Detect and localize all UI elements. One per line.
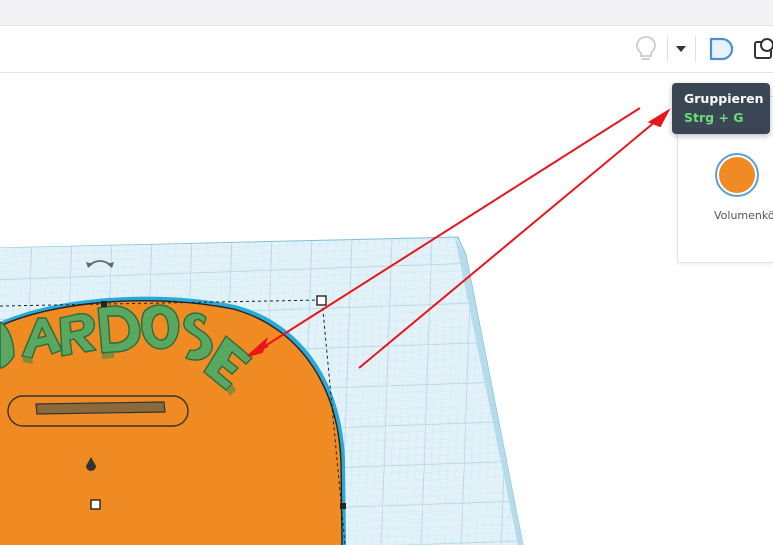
solid-color-swatch[interactable] — [715, 153, 759, 197]
lightbulb-icon — [636, 36, 656, 60]
resize-handle[interactable] — [90, 499, 101, 510]
top-bar — [0, 0, 773, 26]
resize-handle[interactable] — [316, 295, 327, 306]
resize-handle[interactable] — [101, 301, 107, 307]
3d-scene[interactable] — [0, 73, 773, 545]
view-icon — [754, 38, 773, 59]
toolbar-divider — [667, 36, 668, 62]
caret-down-icon — [676, 46, 686, 52]
group-button[interactable] — [702, 32, 742, 66]
lightbulb-button[interactable] — [628, 32, 664, 66]
group-shape-icon — [709, 37, 734, 61]
toolbar — [0, 26, 773, 73]
tooltip-title: Gruppieren — [684, 91, 764, 106]
group-tooltip: Gruppieren Strg + G — [672, 83, 770, 134]
color-fill — [719, 157, 755, 193]
view-button[interactable] — [752, 32, 773, 66]
resize-handle[interactable] — [340, 503, 346, 509]
solid-label[interactable]: Volumenkö — [714, 209, 773, 222]
workspace-canvas[interactable] — [0, 73, 773, 545]
tooltip-shortcut: Strg + G — [684, 110, 744, 125]
options-dropdown[interactable] — [670, 32, 692, 66]
toolbar-divider — [695, 36, 696, 62]
